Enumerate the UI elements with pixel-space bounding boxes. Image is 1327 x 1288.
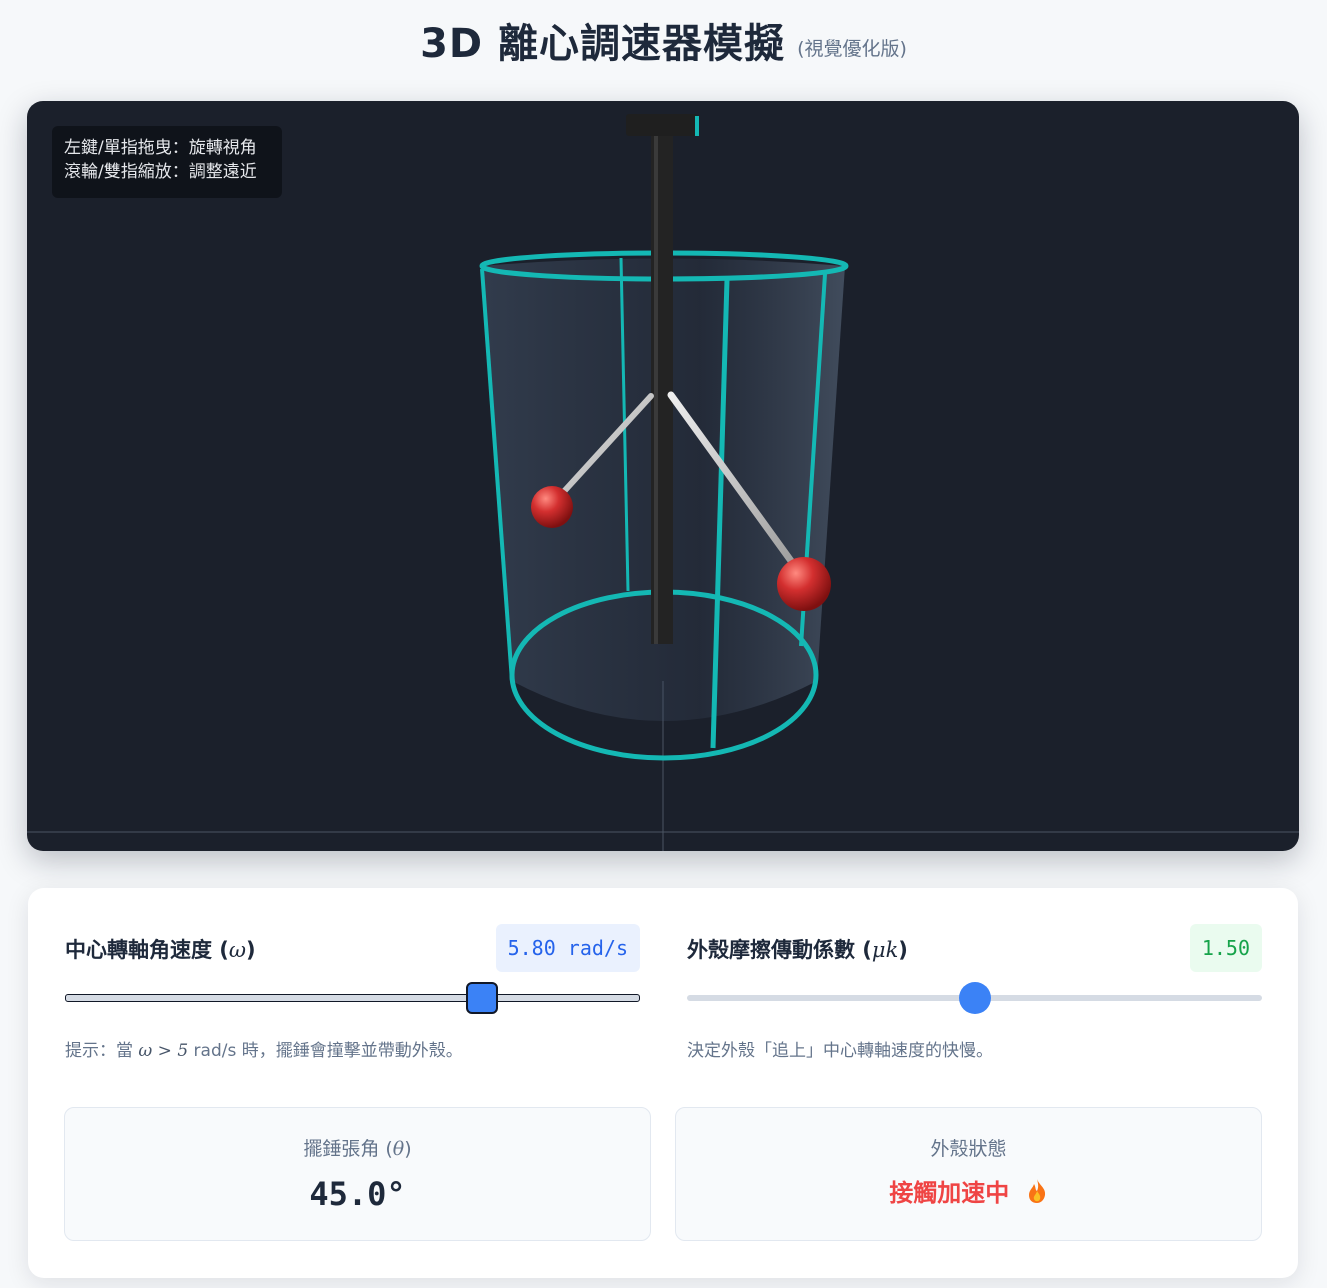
omega-slider-track[interactable] [65, 994, 640, 1002]
omega-label: 中心轉軸角速度 (ω) [65, 938, 256, 962]
friction-value-badge: 1.50 [1189, 924, 1262, 972]
omega-control: 中心轉軸角速度 (ω) 5.80 rad/s 提示：當 ω > 5 rad/s … [65, 924, 640, 1061]
friction-slider-thumb[interactable] [958, 982, 991, 1014]
angle-stat-label: 擺錘張角 (θ) [303, 1138, 412, 1160]
omega-hint: 提示：當 ω > 5 rad/s 時，擺錘會撞擊並帶動外殼。 [65, 1041, 463, 1061]
angle-stat-card: 擺錘張角 (θ) 45.0° [64, 1107, 651, 1241]
shaft-cap [626, 114, 698, 136]
shell-status-card: 外殼狀態 接觸加速中 [675, 1107, 1262, 1241]
pendulum-ball-left [531, 486, 573, 528]
governor-scene [27, 114, 1299, 851]
friction-hint: 決定外殼「追上」中心轉軸速度的快慢。 [687, 1041, 993, 1061]
3d-viewport[interactable]: 左鍵/單指拖曳：旋轉視角 滾輪/雙指縮放：調整遠近 [27, 101, 1299, 851]
friction-control: 外殼摩擦傳動係數 (μk) 1.50 決定外殼「追上」中心轉軸速度的快慢。 [687, 924, 1262, 1061]
shaft-cap-edge [695, 116, 699, 136]
control-panel: 中心轉軸角速度 (ω) 5.80 rad/s 提示：當 ω > 5 rad/s … [28, 888, 1298, 1278]
page-header: 3D 離心調速器模擬 (視覺優化版) [0, 0, 1327, 80]
fire-icon [1028, 1179, 1045, 1203]
controls-help: 左鍵/單指拖曳：旋轉視角 滾輪/雙指縮放：調整遠近 [52, 126, 282, 198]
omega-value-badge: 5.80 rad/s [495, 924, 640, 972]
omega-slider-thumb[interactable] [465, 982, 498, 1014]
angle-stat-value: 45.0° [309, 1175, 406, 1213]
shaft-highlight [654, 136, 658, 644]
page-subtitle: (視覺優化版) [797, 37, 907, 60]
shell-status-value: 接觸加速中 [676, 1173, 1261, 1208]
friction-slider[interactable] [687, 982, 1262, 1014]
omega-slider[interactable] [65, 982, 640, 1014]
friction-label: 外殼摩擦傳動係數 (μk) [687, 938, 908, 962]
help-zoom-text: 滾輪/雙指縮放：調整遠近 [64, 162, 257, 182]
shell-status-label: 外殼狀態 [930, 1138, 1007, 1160]
pendulum-ball-right [777, 557, 831, 611]
help-rotate-text: 左鍵/單指拖曳：旋轉視角 [64, 138, 257, 158]
page-title: 3D 離心調速器模擬 [420, 21, 786, 67]
